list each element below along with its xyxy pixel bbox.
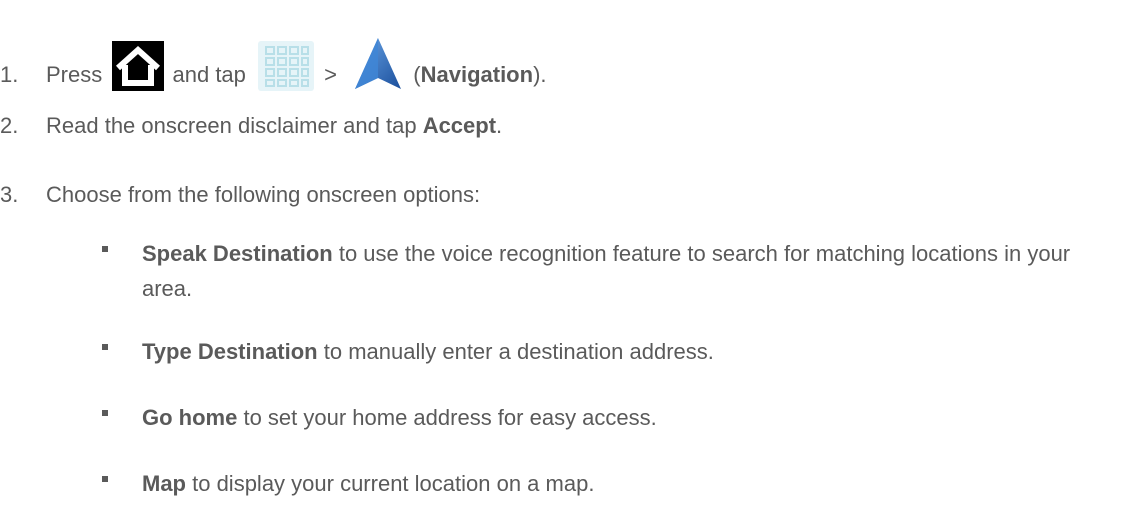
option-text: Map to display your current location on … bbox=[142, 466, 1102, 501]
bullet-square-icon bbox=[102, 410, 108, 416]
bullet-square-icon bbox=[102, 476, 108, 482]
option-text: Go home to set your home address for eas… bbox=[142, 400, 1102, 435]
step-text: and tap bbox=[172, 61, 246, 87]
navigation-arrow-icon bbox=[353, 36, 403, 92]
option-name: Map bbox=[142, 471, 186, 496]
step-number: 3. bbox=[0, 182, 19, 207]
bullet-square-icon bbox=[102, 246, 108, 252]
step-text: ). bbox=[533, 61, 547, 87]
step-number: 2. bbox=[0, 113, 19, 138]
app-name: Navigation bbox=[420, 61, 534, 87]
home-icon bbox=[112, 41, 165, 91]
step-number: 1. bbox=[0, 61, 19, 87]
option-name: Speak Destination bbox=[142, 241, 333, 266]
step-1: 1. Press and tap > (Navigation). bbox=[0, 38, 547, 104]
option-text: Speak Destination to use the voice recog… bbox=[142, 236, 1102, 306]
instructions-document: 1. Press and tap > (Navigation). 2. Read… bbox=[0, 0, 1127, 511]
step-2: 2. Read the onscreen disclaimer and tap A… bbox=[0, 113, 502, 139]
option-description: to manually enter a destination address. bbox=[317, 339, 714, 364]
step-text: Press bbox=[46, 61, 103, 87]
option-name: Go home bbox=[142, 405, 238, 430]
option-description: to display your current location on a ma… bbox=[186, 471, 595, 496]
step-text: ( bbox=[413, 61, 421, 87]
step-text: Choose from the following onscreen optio… bbox=[46, 182, 481, 207]
accept-label: Accept bbox=[422, 113, 497, 138]
apps-grid-icon bbox=[258, 41, 315, 91]
step-text: Read the onscreen disclaimer and tap bbox=[46, 113, 417, 138]
step-3: 3. Choose from the following onscreen opt… bbox=[0, 182, 480, 208]
step-text: > bbox=[324, 61, 338, 87]
option-name: Type Destination bbox=[142, 339, 318, 364]
option-text: Type Destination to manually enter a des… bbox=[142, 334, 1102, 369]
step-text: . bbox=[496, 113, 503, 138]
bullet-square-icon bbox=[102, 344, 108, 350]
option-description: to set your home address for easy access… bbox=[237, 405, 657, 430]
